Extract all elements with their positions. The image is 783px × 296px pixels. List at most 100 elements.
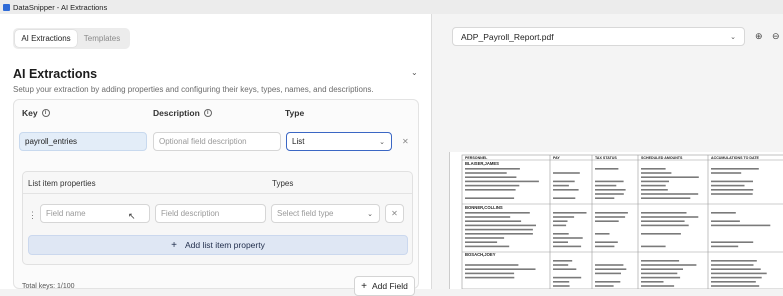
info-icon[interactable]: i: [41, 109, 50, 117]
add-field-label: Add Field: [371, 281, 408, 291]
pdf-text-line: [595, 268, 627, 270]
pdf-text-line: [465, 237, 505, 239]
title-bar: DataSnipper - AI Extractions: [0, 0, 783, 14]
pdf-text-line: [711, 193, 753, 195]
description-header-label: Description: [153, 108, 200, 118]
pdf-text-line: [465, 241, 498, 243]
window-title: DataSnipper - AI Extractions: [13, 2, 108, 12]
datasnipper-logo-icon: [3, 3, 10, 11]
pdf-employee-name: BONNER,COLLINS: [465, 205, 503, 210]
pdf-text-line: [711, 172, 742, 174]
pdf-text-line: [641, 220, 685, 222]
type-select[interactable]: List ⌄: [286, 132, 392, 151]
pdf-text-line: [595, 245, 615, 248]
pdf-text-line: [711, 272, 767, 275]
pdf-text-line: [595, 264, 624, 266]
pdf-header: TAX STATUS: [595, 156, 617, 160]
pdf-text-line: [595, 216, 626, 218]
pdf-text-line: [711, 260, 757, 262]
extraction-panel: AI Extractions Templates AI Extractions …: [0, 14, 431, 296]
section-subtitle: Setup your extraction by adding properti…: [13, 85, 374, 94]
tab-ai-extractions[interactable]: AI Extractions: [15, 30, 77, 47]
pdf-text-line: [711, 264, 754, 266]
tab-templates[interactable]: Templates: [77, 30, 127, 47]
description-input[interactable]: Optional field description: [153, 132, 281, 151]
pdf-text-line: [711, 224, 771, 227]
pdf-text-line: [711, 220, 740, 222]
chevron-down-icon: ⌄: [730, 34, 736, 41]
pdf-text-line: [641, 168, 666, 170]
pdf-text-line: [711, 245, 739, 248]
pdf-text-line: [553, 268, 577, 270]
pdf-text-line: [595, 180, 624, 183]
pdf-text-line: [641, 176, 699, 178]
pdf-text-line: [553, 233, 569, 235]
pdf-text-line: [553, 189, 579, 191]
pdf-text-line: [553, 276, 582, 279]
add-list-item-label: Add list item property: [185, 240, 265, 250]
pdf-text-line: [711, 285, 760, 287]
zoom-in-icon[interactable]: ⊕: [755, 31, 763, 42]
key-header-label: Key: [22, 108, 38, 118]
list-item-description-input[interactable]: Field description: [155, 204, 266, 223]
pdf-text-line: [465, 216, 511, 218]
pdf-employee-name: BLAISER,JAMES: [465, 161, 499, 166]
fields-card: Key i Description i Type payroll_entries…: [13, 99, 419, 296]
remove-list-item-button[interactable]: ✕: [385, 204, 404, 223]
pdf-employee-name: BOSACH,JOEY: [465, 252, 496, 257]
pdf-text-line: [553, 180, 575, 183]
pdf-text-line: [465, 233, 533, 235]
add-field-button[interactable]: + Add Field: [354, 276, 415, 296]
pdf-text-line: [641, 189, 668, 191]
pdf-text-line: [465, 189, 516, 191]
pdf-text-line: [465, 264, 519, 266]
pdf-text-line: [711, 276, 762, 279]
chevron-down-icon: ⌄: [367, 211, 373, 218]
pdf-text-line: [595, 281, 621, 283]
pdf-text-line: [465, 212, 530, 214]
pdf-text-line: [595, 189, 626, 191]
list-item-type-select[interactable]: Select field type ⌄: [271, 204, 380, 223]
pdf-text-line: [641, 216, 699, 218]
zoom-out-icon[interactable]: ⊖: [772, 31, 780, 42]
pdf-text-line: [553, 285, 570, 287]
pdf-text-line: [641, 245, 666, 248]
pdf-text-line: [641, 212, 687, 214]
pdf-text-line: [553, 264, 569, 266]
type-header-label: Type: [285, 108, 305, 118]
key-input[interactable]: payroll_entries: [19, 132, 147, 151]
add-list-item-property-button[interactable]: + Add list item property: [28, 235, 408, 255]
pdf-text-line: [465, 276, 515, 279]
list-item-type-placeholder: Select field type: [277, 209, 334, 218]
pdf-text-line: [465, 272, 515, 275]
type-column-header: Type: [285, 108, 304, 118]
pdf-text-line: [641, 268, 683, 270]
pdf-text-line: [595, 184, 617, 187]
chevron-down-icon[interactable]: ⌄: [411, 69, 419, 77]
pdf-text-line: [595, 241, 618, 243]
pdf-text-line: [553, 212, 587, 214]
mouse-cursor-icon: ↖: [128, 211, 136, 221]
pdf-text-line: [465, 268, 536, 270]
plus-icon: +: [361, 280, 367, 292]
pdf-text-line: [641, 264, 697, 266]
pdf-text-line: [553, 184, 569, 187]
pdf-text-line: [641, 193, 699, 195]
pdf-text-line: [595, 193, 624, 195]
document-select[interactable]: ADP_Payroll_Report.pdf ⌄: [452, 27, 745, 46]
pdf-text-line: [553, 216, 575, 218]
pdf-text-line: [553, 260, 573, 262]
pdf-text-line: [465, 220, 522, 222]
pdf-text-line: [553, 172, 580, 174]
pdf-text-line: [553, 197, 576, 199]
pdf-text-line: [711, 268, 761, 270]
pdf-text-line: [595, 220, 619, 222]
remove-field-button[interactable]: ✕: [402, 137, 409, 146]
pdf-text-line: [465, 180, 539, 183]
pdf-text-line: [465, 228, 533, 231]
pdf-text-line: [711, 168, 759, 170]
pdf-text-line: [465, 168, 520, 170]
info-icon[interactable]: i: [203, 109, 212, 117]
section-title: AI Extractions: [13, 67, 98, 81]
document-file-name: ADP_Payroll_Report.pdf: [461, 31, 554, 42]
